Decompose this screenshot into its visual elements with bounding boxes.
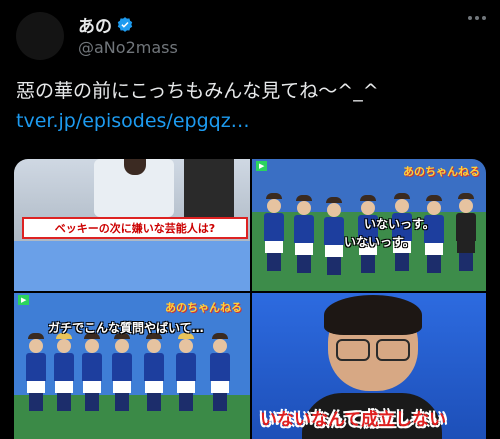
author-name-row: あの (78, 12, 134, 37)
display-name[interactable]: あの (78, 12, 112, 37)
media-image-4[interactable]: いないなんて成立しない (252, 293, 486, 439)
media-grid[interactable]: ベッキーの次に嫌いな芸能人は? ▶ あのちゃんねる いないっす。 いないっす。 … (14, 159, 486, 439)
subtitle-caption: いないっす。 (364, 217, 435, 231)
verified-badge-icon (117, 16, 133, 32)
tweet-text: 惡の華の前にこっちもみんな見てね〜^_^ (16, 80, 379, 102)
show-logo: あのちゃんねる (403, 165, 480, 178)
more-options-icon[interactable] (468, 16, 486, 20)
show-logo: あのちゃんねる (165, 301, 242, 314)
media-image-1[interactable]: ベッキーの次に嫌いな芸能人は? (14, 159, 250, 291)
channel-tag: ▶ (18, 295, 30, 305)
subtitle-caption: ガチでこんな質問やばいて… (48, 321, 204, 335)
channel-tag: ▶ (256, 161, 268, 171)
avatar[interactable] (16, 12, 64, 60)
media-image-3[interactable]: ▶ あのちゃんねる ガチでこんな質問やばいて… (14, 293, 250, 439)
question-banner: ベッキーの次に嫌いな芸能人は? (22, 217, 248, 239)
subtitle-caption: いないなんて成立しない (260, 410, 447, 430)
tweet-link[interactable]: tver.jp/episodes/epgqz… (16, 110, 250, 132)
media-image-2[interactable]: ▶ あのちゃんねる いないっす。 いないっす。 (252, 159, 486, 291)
handle[interactable]: @aNo2mass (78, 38, 178, 57)
subtitle-caption: いないっす。 (344, 235, 415, 249)
